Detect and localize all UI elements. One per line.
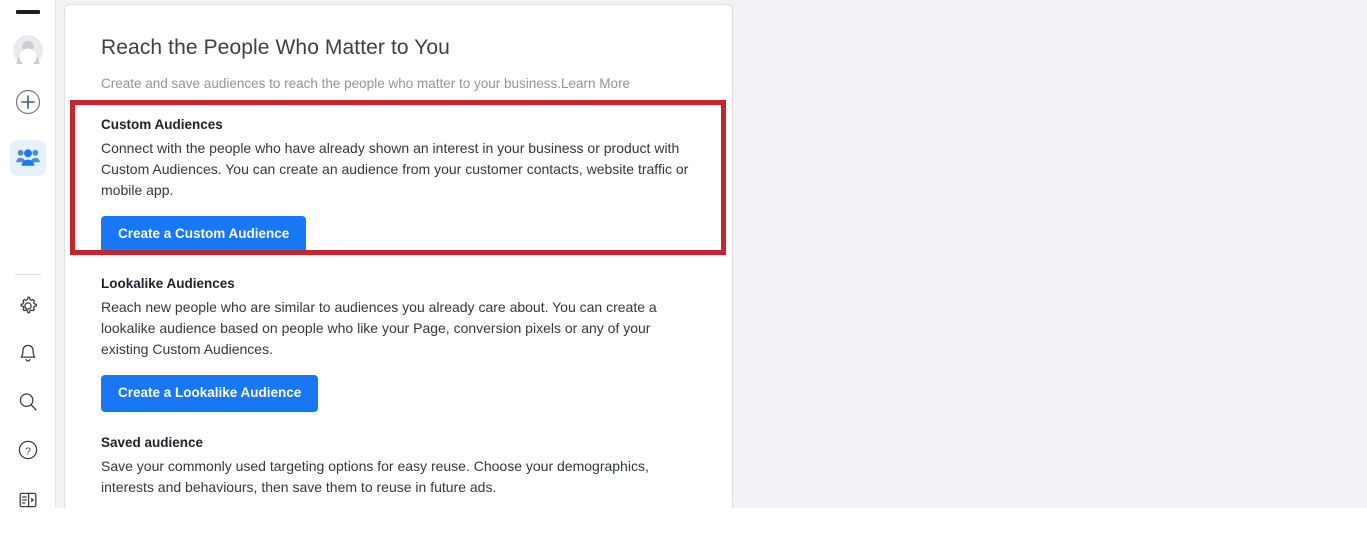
sidebar-item-audiences[interactable]: [9, 140, 46, 176]
side-panel-icon: [19, 492, 36, 508]
create-lookalike-audience-button[interactable]: Create a Lookalike Audience: [101, 375, 319, 412]
audiences-card: Reach the People Who Matter to You Creat…: [64, 4, 733, 508]
panel-toggle-button[interactable]: [10, 482, 46, 508]
page-subtitle-text: Create and save audiences to reach the p…: [101, 76, 562, 91]
create-custom-audience-button[interactable]: Create a Custom Audience: [101, 216, 307, 253]
section-saved-audience: Saved audience Save your commonly used t…: [101, 434, 696, 508]
search-icon: [19, 393, 37, 411]
browser-viewport: ? Reach the People Who Matter to You Cre…: [0, 0, 1367, 508]
section-title: Saved audience: [101, 435, 204, 450]
section-description: Reach new people who are similar to audi…: [101, 299, 657, 357]
rail-divider: [14, 274, 41, 275]
section-description: Save your commonly used targeting option…: [101, 458, 649, 495]
search-button[interactable]: [10, 384, 46, 420]
screenshot-bottom-strip: [0, 508, 1367, 533]
help-button[interactable]: ?: [10, 432, 46, 468]
learn-more-link[interactable]: Learn More: [561, 76, 630, 91]
page-title: Reach the People Who Matter to You: [101, 36, 450, 59]
section-title: Lookalike Audiences: [101, 276, 235, 291]
section-title: Custom Audiences: [101, 117, 223, 132]
question-circle-icon: ?: [18, 440, 37, 460]
account-avatar[interactable]: [10, 32, 46, 68]
people-group-icon: [15, 149, 40, 166]
bell-icon: [20, 344, 35, 362]
gear-icon: [20, 296, 37, 314]
hamburger-icon[interactable]: [15, 10, 40, 14]
notifications-button[interactable]: [10, 336, 46, 372]
screenshot-root: ? Reach the People Who Matter to You Cre…: [0, 0, 1367, 533]
section-custom-audiences: Custom Audiences Connect with the people…: [101, 116, 696, 253]
svg-text:?: ?: [25, 445, 31, 457]
section-description: Connect with the people who have already…: [101, 140, 689, 198]
settings-button[interactable]: [10, 288, 46, 324]
left-icon-rail: ?: [0, 0, 56, 508]
page-subtitle: Create and save audiences to reach the p…: [101, 75, 696, 93]
create-button[interactable]: [10, 84, 46, 120]
main-content-area: Reach the People Who Matter to You Creat…: [56, 0, 1367, 508]
avatar-icon: [12, 35, 43, 66]
plus-circle-icon: [15, 89, 40, 115]
section-lookalike-audiences: Lookalike Audiences Reach new people who…: [101, 275, 696, 412]
